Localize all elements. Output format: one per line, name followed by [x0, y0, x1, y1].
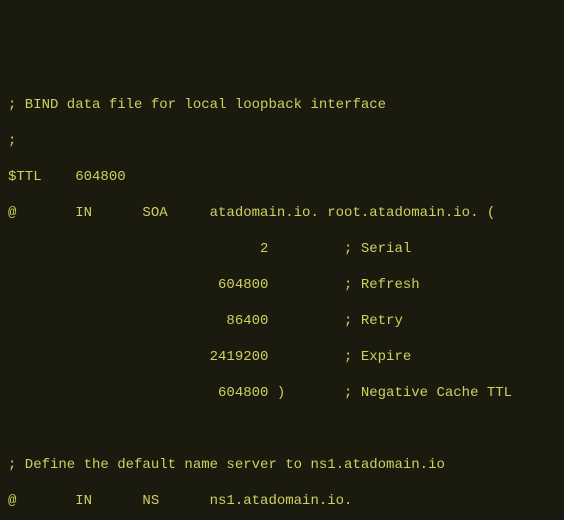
soa-serial: 2 ; Serial	[8, 240, 556, 258]
ns-record: @ IN NS ns1.atadomain.io.	[8, 492, 556, 510]
comment-line: ; Define the default name server to ns1.…	[8, 456, 556, 474]
blank-line	[8, 420, 556, 438]
zone-file-content: ; BIND data file for local loopback inte…	[8, 78, 556, 520]
soa-refresh: 604800 ; Refresh	[8, 276, 556, 294]
soa-retry: 86400 ; Retry	[8, 312, 556, 330]
soa-record-open: @ IN SOA atadomain.io. root.atadomain.io…	[8, 204, 556, 222]
comment-line: ; BIND data file for local loopback inte…	[8, 96, 556, 114]
soa-expire: 2419200 ; Expire	[8, 348, 556, 366]
ttl-directive: $TTL 604800	[8, 168, 556, 186]
comment-line: ;	[8, 132, 556, 150]
soa-negative-ttl: 604800 ) ; Negative Cache TTL	[8, 384, 556, 402]
